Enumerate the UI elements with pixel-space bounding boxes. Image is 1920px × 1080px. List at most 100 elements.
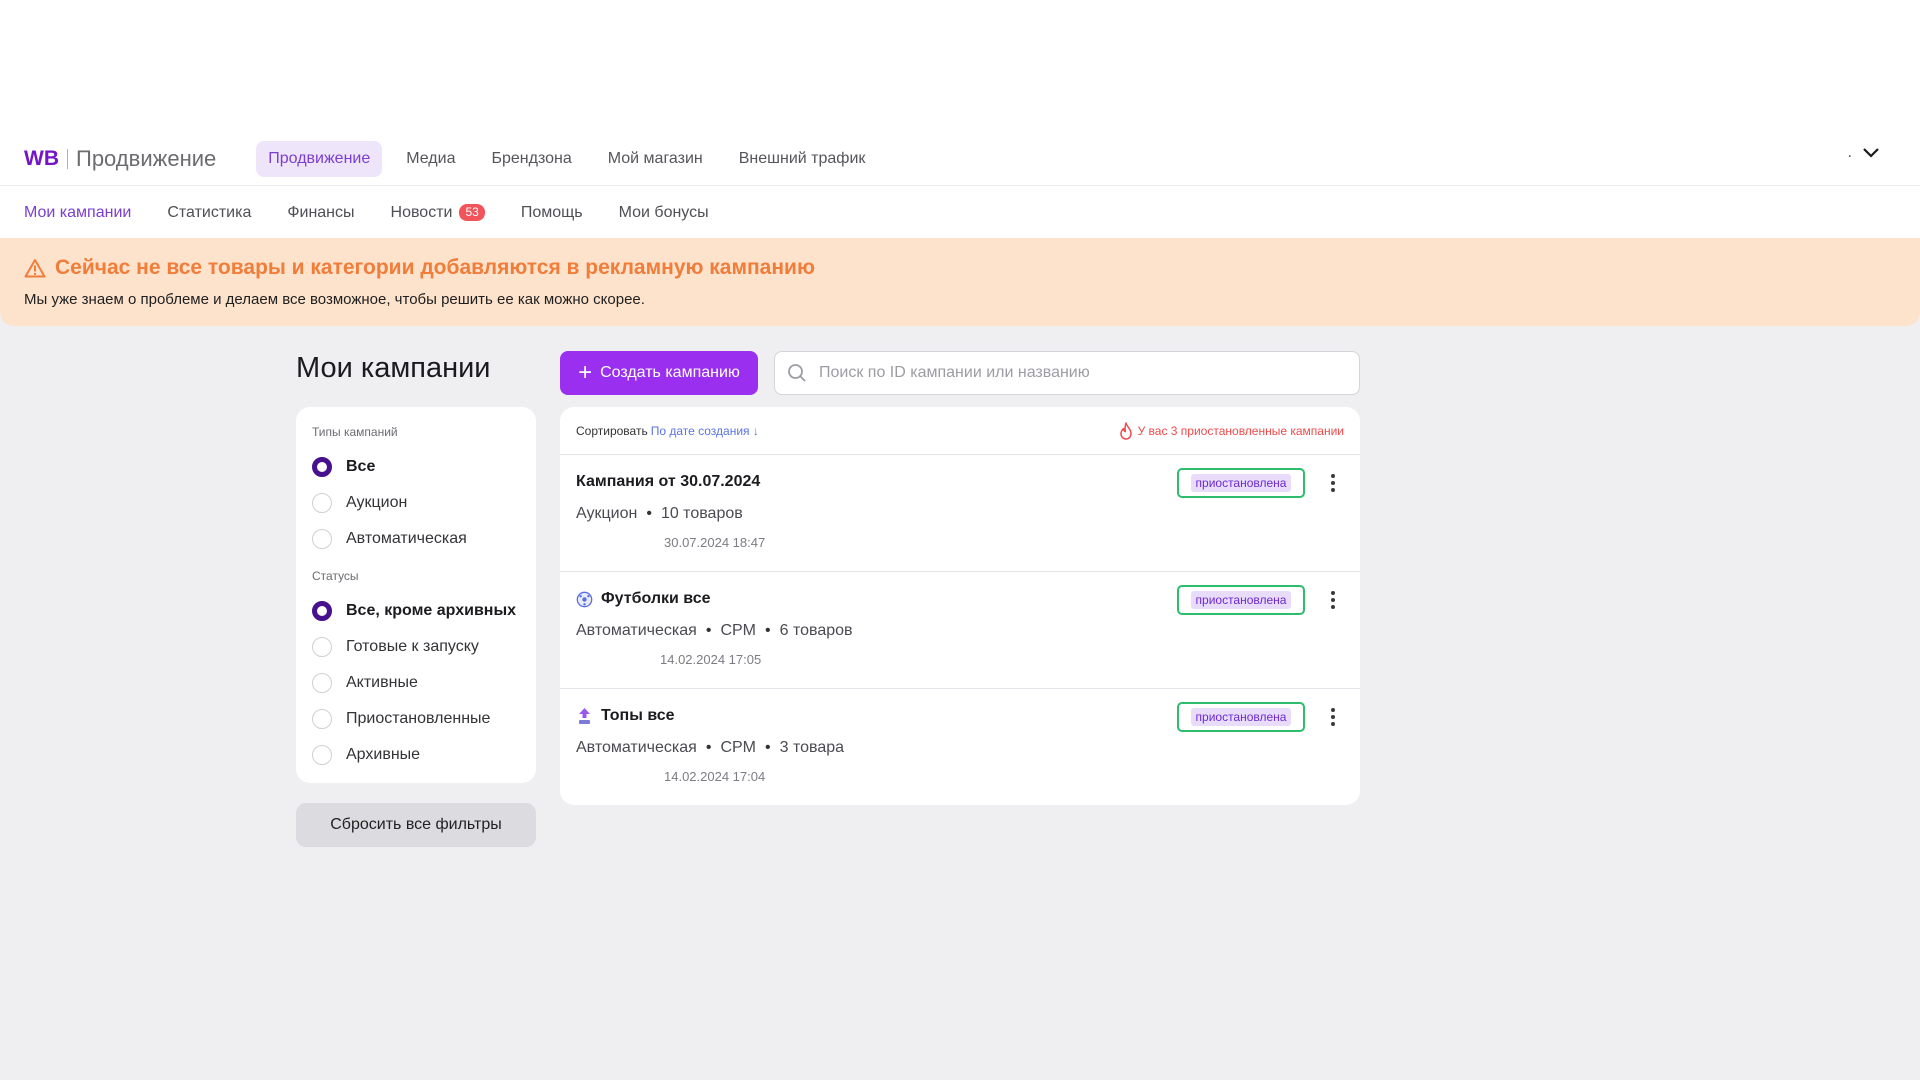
- top-nav: Продвижение Медиа Брендзона Мой магазин …: [256, 140, 889, 177]
- campaign-products: 3 товара: [779, 739, 845, 756]
- campaign-bidding: CPM: [720, 739, 756, 756]
- page-title: Мои кампании: [296, 352, 491, 384]
- create-campaign-label: Создать кампанию: [600, 364, 740, 381]
- radio-icon[interactable]: [312, 601, 332, 621]
- topnav-item-my-store[interactable]: Мой магазин: [596, 141, 715, 177]
- campaign-name-text: Футболки все: [601, 590, 711, 607]
- reset-filters-button[interactable]: Сбросить все фильтры: [296, 803, 536, 847]
- filter-status-paused[interactable]: Приостановленные: [312, 701, 520, 737]
- search-box[interactable]: [774, 351, 1360, 395]
- chevron-down-icon[interactable]: [1862, 147, 1880, 159]
- alert-text: Мы уже знаем о проблеме и делаем все воз…: [24, 291, 645, 308]
- radio-icon[interactable]: [312, 529, 332, 549]
- bullet-separator: •: [705, 739, 712, 756]
- radio-icon[interactable]: [312, 457, 332, 477]
- filter-label: Архивные: [346, 746, 421, 763]
- topnav-item-external-traffic[interactable]: Внешний трафик: [727, 141, 878, 177]
- warning-triangle-icon: [24, 259, 46, 278]
- filter-status-all-except-archived[interactable]: Все, кроме архивных: [312, 593, 520, 629]
- campaign-type: Автоматическая: [576, 622, 697, 639]
- alert-title: Сейчас не все товары и категории добавля…: [24, 256, 1896, 280]
- subnav-item-news[interactable]: Новости 53: [391, 204, 485, 222]
- filter-label: Все, кроме архивных: [346, 602, 517, 619]
- campaign-bidding: CPM: [720, 622, 756, 639]
- campaign-meta: Автоматическая • CPM • 3 товара: [576, 739, 1344, 757]
- logo-divider: [67, 148, 68, 169]
- create-campaign-button[interactable]: + Создать кампанию: [560, 351, 758, 395]
- campaign-list: Сортировать По дате создания ↓ У вас 3 пр…: [560, 407, 1360, 805]
- filters-panel: Типы кампаний Все Аукцион Автоматическая…: [296, 407, 536, 783]
- radio-icon[interactable]: [312, 493, 332, 513]
- status-text: приостановлена: [1190, 708, 1292, 726]
- campaign-products: 6 товаров: [779, 622, 853, 639]
- subnav-item-statistics[interactable]: Статистика: [167, 204, 251, 222]
- logo-product: Продвижение: [76, 145, 217, 171]
- sort-value[interactable]: По дате создания ↓: [651, 424, 759, 438]
- campaign-name-text: Топы все: [601, 707, 675, 724]
- filter-type-automatic[interactable]: Автоматическая: [312, 521, 520, 557]
- globe-icon: [576, 591, 593, 608]
- subnav-item-help[interactable]: Помощь: [521, 204, 583, 222]
- status-badge: приостановлена: [1177, 702, 1305, 732]
- status-text: приостановлена: [1190, 591, 1292, 609]
- subnav-item-bonuses[interactable]: Мои бонусы: [619, 204, 709, 222]
- campaign-products: 10 товаров: [660, 505, 743, 522]
- more-options-icon[interactable]: [1325, 471, 1341, 495]
- status-badge: приостановлена: [1177, 468, 1305, 498]
- account-menu[interactable]: .: [1848, 144, 1880, 162]
- campaign-row[interactable]: Футболки все Автоматическая • CPM • 6 то…: [560, 572, 1360, 689]
- campaign-meta: Автоматическая • CPM • 6 товаров: [576, 622, 1344, 640]
- campaign-date: 30.07.2024 18:47: [664, 535, 766, 550]
- radio-icon[interactable]: [312, 709, 332, 729]
- filter-label: Приостановленные: [346, 710, 491, 727]
- more-options-icon[interactable]: [1325, 588, 1341, 612]
- statuses-label: Статусы: [312, 569, 359, 583]
- filter-label: Все: [346, 458, 376, 475]
- campaign-date: 14.02.2024 17:05: [660, 652, 762, 667]
- campaign-row[interactable]: Кампания от 30.07.2024 Аукцион • 10 това…: [560, 455, 1360, 572]
- account-label: .: [1847, 144, 1852, 161]
- news-count-badge: 53: [459, 204, 485, 221]
- top-header: WB Продвижение Продвижение Медиа Брендзо…: [0, 132, 1920, 186]
- filter-label: Аукцион: [346, 494, 408, 511]
- sort-control[interactable]: Сортировать По дате создания ↓: [576, 424, 759, 438]
- topnav-item-media[interactable]: Медиа: [394, 141, 467, 177]
- topnav-item-promotion[interactable]: Продвижение: [256, 140, 383, 177]
- campaign-type: Автоматическая: [576, 739, 697, 756]
- filter-status-active[interactable]: Активные: [312, 665, 520, 701]
- radio-icon[interactable]: [312, 673, 332, 693]
- more-options-icon[interactable]: [1325, 705, 1341, 729]
- fire-icon: [1119, 421, 1132, 440]
- bullet-separator: •: [765, 622, 771, 639]
- bullet-separator: •: [765, 739, 771, 756]
- top-arrow-icon: [576, 707, 593, 725]
- campaign-meta: Аукцион • 10 товаров: [576, 505, 1344, 523]
- radio-icon[interactable]: [312, 745, 332, 765]
- bullet-separator: •: [705, 622, 712, 639]
- search-icon: [788, 364, 806, 382]
- filter-status-ready[interactable]: Готовые к запуску: [312, 629, 520, 665]
- paused-warning-text: У вас 3 приостановленные кампании: [1137, 423, 1344, 438]
- logo[interactable]: WB Продвижение: [24, 146, 216, 172]
- status-badge: приостановлена: [1177, 585, 1305, 615]
- subnav-item-my-campaigns[interactable]: Мои кампании: [24, 204, 131, 222]
- search-input[interactable]: [819, 364, 1339, 382]
- filter-type-auction[interactable]: Аукцион: [312, 485, 520, 521]
- filter-type-all[interactable]: Все: [312, 449, 520, 485]
- bullet-separator: •: [646, 505, 652, 522]
- campaign-date: 14.02.2024 17:04: [664, 769, 766, 784]
- filter-status-archived[interactable]: Архивные: [312, 737, 520, 773]
- campaign-row[interactable]: Топы все Автоматическая • CPM • 3 товара…: [560, 689, 1360, 805]
- radio-icon[interactable]: [312, 637, 332, 657]
- alert-title-text: Сейчас не все товары и категории добавля…: [55, 256, 815, 279]
- filter-label: Готовые к запуску: [346, 638, 479, 655]
- alert-banner: Сейчас не все товары и категории добавля…: [0, 238, 1920, 326]
- sub-nav: Мои кампании Статистика Финансы Новости …: [0, 187, 1920, 238]
- paused-warning[interactable]: У вас 3 приостановленные кампании: [1119, 421, 1344, 440]
- campaign-type: Аукцион: [576, 505, 638, 522]
- subnav-item-finance[interactable]: Финансы: [287, 204, 354, 222]
- topnav-item-brandzone[interactable]: Брендзона: [479, 141, 583, 177]
- plus-icon: +: [578, 359, 593, 386]
- status-text: приостановлена: [1190, 474, 1292, 492]
- filter-label: Автоматическая: [346, 530, 467, 547]
